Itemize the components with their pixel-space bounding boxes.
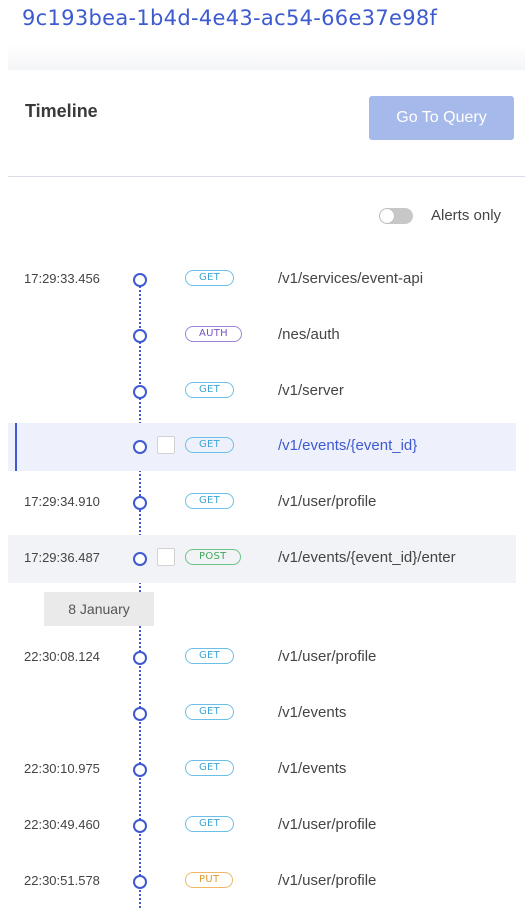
event-time: 22:30:51.578	[24, 873, 100, 888]
timeline-row[interactable]: 17:29:34.910 GET /v1/user/profile	[8, 479, 516, 527]
timeline-row[interactable]: GET /v1/events	[8, 690, 516, 738]
method-badge: GET	[185, 760, 235, 776]
event-path: /v1/user/profile	[278, 493, 377, 510]
method-badge: GET	[185, 704, 235, 720]
timeline-row[interactable]: GET /v1/server	[8, 368, 516, 416]
timeline-node-icon	[133, 763, 147, 777]
event-time: 17:29:34.910	[24, 494, 100, 509]
row-checkbox[interactable]	[157, 436, 175, 454]
timeline-title: Timeline	[25, 101, 98, 121]
event-path: /v1/events/{event_id}/enter	[278, 549, 456, 566]
event-path: /v1/user/profile	[278, 648, 377, 665]
timeline-node-icon	[133, 496, 147, 510]
timeline-node-icon	[133, 552, 147, 566]
event-time: 22:30:49.460	[24, 817, 100, 832]
event-path: /v1/events	[278, 760, 347, 777]
header-fade	[8, 44, 525, 70]
event-path: /v1/server	[278, 382, 344, 399]
header-divider	[8, 176, 525, 177]
event-path: /v1/user/profile	[278, 872, 377, 889]
timeline-node-icon	[133, 651, 147, 665]
row-checkbox[interactable]	[157, 548, 175, 566]
event-path: /v1/user/profile	[278, 816, 377, 833]
method-badge: PUT	[185, 872, 234, 888]
event-path: /v1/services/event-api	[278, 270, 424, 287]
timeline-row[interactable]: 22:30:10.975 GET /v1/events	[8, 746, 516, 794]
timeline-row-selected[interactable]: GET /v1/events/{event_id}	[8, 423, 516, 471]
date-separator: 8 January	[44, 592, 154, 626]
event-path: /v1/events	[278, 704, 347, 721]
event-time: 22:30:08.124	[24, 649, 100, 664]
go-to-query-button[interactable]: Go To Query	[369, 96, 514, 140]
toggle-knob	[380, 209, 394, 223]
timeline-row[interactable]: 22:30:08.124 GET /v1/user/profile	[8, 634, 516, 682]
timeline-node-icon	[133, 329, 147, 343]
method-badge: GET	[185, 437, 235, 453]
event-time: 17:29:33.456	[24, 271, 100, 286]
method-badge: POST	[185, 549, 241, 565]
timeline-row[interactable]: 17:29:33.456 GET /v1/services/event-api	[8, 256, 516, 304]
session-id: 9c193bea-1b4d-4e43-ac54-66e37e98f	[22, 6, 438, 30]
timeline-node-icon	[133, 385, 147, 399]
method-badge: GET	[185, 382, 235, 398]
method-badge: GET	[185, 493, 235, 509]
event-time: 22:30:10.975	[24, 761, 100, 776]
alerts-toggle[interactable]	[379, 208, 413, 224]
method-badge: GET	[185, 270, 235, 286]
timeline-node-icon	[133, 819, 147, 833]
method-badge: GET	[185, 648, 235, 664]
alerts-only-label: Alerts only	[431, 207, 502, 224]
event-path: /v1/events/{event_id}	[278, 437, 418, 454]
timeline-node-icon	[133, 707, 147, 721]
method-badge: AUTH	[185, 326, 242, 342]
timeline-node-icon	[133, 440, 147, 454]
timeline-node-icon	[133, 875, 147, 889]
event-path: /nes/auth	[278, 326, 340, 343]
timeline-row[interactable]: AUTH /nes/auth	[8, 312, 516, 360]
event-time: 17:29:36.487	[24, 550, 100, 565]
timeline-node-icon	[133, 273, 147, 287]
timeline-row[interactable]: 22:30:51.578 PUT /v1/user/profile	[8, 858, 516, 906]
timeline-row[interactable]: 22:30:49.460 GET /v1/user/profile	[8, 802, 516, 850]
method-badge: GET	[185, 816, 235, 832]
timeline-row[interactable]: 17:29:36.487 POST /v1/events/{event_id}/…	[8, 535, 516, 583]
